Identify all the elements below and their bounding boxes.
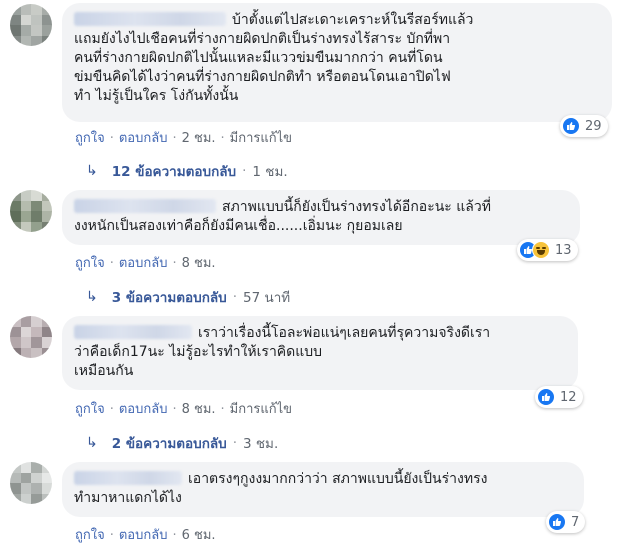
like-icon xyxy=(548,513,566,531)
comment-bubble: สภาพแบบนี้ก็ยังเป็นร่างทรงได้อีกอะนะ แล้… xyxy=(62,190,580,245)
like-icon xyxy=(562,117,580,135)
comment-bubble: เอาตรงๆกูงงมากกว่าว่า สภาพแบบนี้ยังเป็นร… xyxy=(62,462,584,517)
avatar[interactable] xyxy=(10,316,52,358)
avatar[interactable] xyxy=(10,462,52,504)
replies-count-link[interactable]: 3 ข้อความตอบกลับ xyxy=(112,286,227,308)
avatar[interactable] xyxy=(10,4,52,46)
avatar[interactable] xyxy=(10,190,52,232)
reply-arrow-icon: ↳ xyxy=(86,435,98,451)
commenter-name-redacted[interactable] xyxy=(74,199,216,213)
comment-bubble: บ้าตั้งแต่ไปสะเดาะเคราะห์ในรีสอร์ทแล้ว แ… xyxy=(62,3,612,122)
reply-arrow-icon: ↳ xyxy=(86,163,98,179)
reaction-count: 13 xyxy=(555,242,572,258)
edited-label[interactable]: มีการแก้ไข xyxy=(230,402,292,417)
reaction-summary[interactable]: 29 xyxy=(560,115,608,137)
reaction-summary[interactable]: 13 xyxy=(517,239,578,261)
replies-count-link[interactable]: 2 ข้อความตอบกลับ xyxy=(112,432,227,454)
comment-bubble: เราว่าเรื่องนี้โอละพ่อแน่ๆเลยคนที่รุความ… xyxy=(62,316,578,390)
comment-actions: ถูกใจ · ตอบกลับ · 8 ชม. xyxy=(75,256,216,271)
reply-arrow-icon: ↳ xyxy=(86,289,98,305)
reaction-summary[interactable]: 12 xyxy=(535,386,583,408)
view-replies[interactable]: ↳ 2 ข้อความตอบกลับ · 3 ชม. xyxy=(86,432,278,454)
timestamp[interactable]: 8 ชม. xyxy=(182,402,216,417)
reply-link[interactable]: ตอบกลับ xyxy=(119,131,168,146)
comment-actions: ถูกใจ · ตอบกลับ · 8 ชม. · มีการแก้ไข xyxy=(75,402,293,417)
replies-time: 57 นาที xyxy=(243,290,291,306)
reply-link[interactable]: ตอบกลับ xyxy=(119,256,168,271)
reply-link[interactable]: ตอบกลับ xyxy=(119,402,168,417)
reaction-count: 29 xyxy=(585,118,602,134)
timestamp[interactable]: 6 ชม. xyxy=(182,528,216,543)
replies-time: 3 ชม. xyxy=(243,436,279,452)
edited-label[interactable]: มีการแก้ไข xyxy=(230,131,292,146)
reaction-count: 12 xyxy=(560,389,577,405)
like-icon xyxy=(537,388,555,406)
view-replies[interactable]: ↳ 12 ข้อความตอบกลับ · 1 ชม. xyxy=(86,160,288,182)
replies-time: 1 ชม. xyxy=(252,164,288,180)
reaction-count: 7 xyxy=(571,514,580,530)
like-link[interactable]: ถูกใจ xyxy=(75,402,105,417)
reaction-summary[interactable]: 7 xyxy=(546,511,586,533)
like-link[interactable]: ถูกใจ xyxy=(75,131,105,146)
haha-icon xyxy=(532,241,550,259)
comment-actions: ถูกใจ · ตอบกลับ · 2 ชม. · มีการแก้ไข xyxy=(75,131,293,146)
view-replies[interactable]: ↳ 3 ข้อความตอบกลับ · 57 นาที xyxy=(86,286,290,308)
like-link[interactable]: ถูกใจ xyxy=(75,528,105,543)
commenter-name-redacted[interactable] xyxy=(74,471,182,485)
comment-actions: ถูกใจ · ตอบกลับ · 6 ชม. xyxy=(75,528,216,543)
reply-link[interactable]: ตอบกลับ xyxy=(119,528,168,543)
replies-count-link[interactable]: 12 ข้อความตอบกลับ xyxy=(112,160,236,182)
commenter-name-redacted[interactable] xyxy=(74,325,192,339)
timestamp[interactable]: 8 ชม. xyxy=(182,256,216,271)
commenter-name-redacted[interactable] xyxy=(74,12,226,26)
timestamp[interactable]: 2 ชม. xyxy=(182,131,216,146)
like-link[interactable]: ถูกใจ xyxy=(75,256,105,271)
